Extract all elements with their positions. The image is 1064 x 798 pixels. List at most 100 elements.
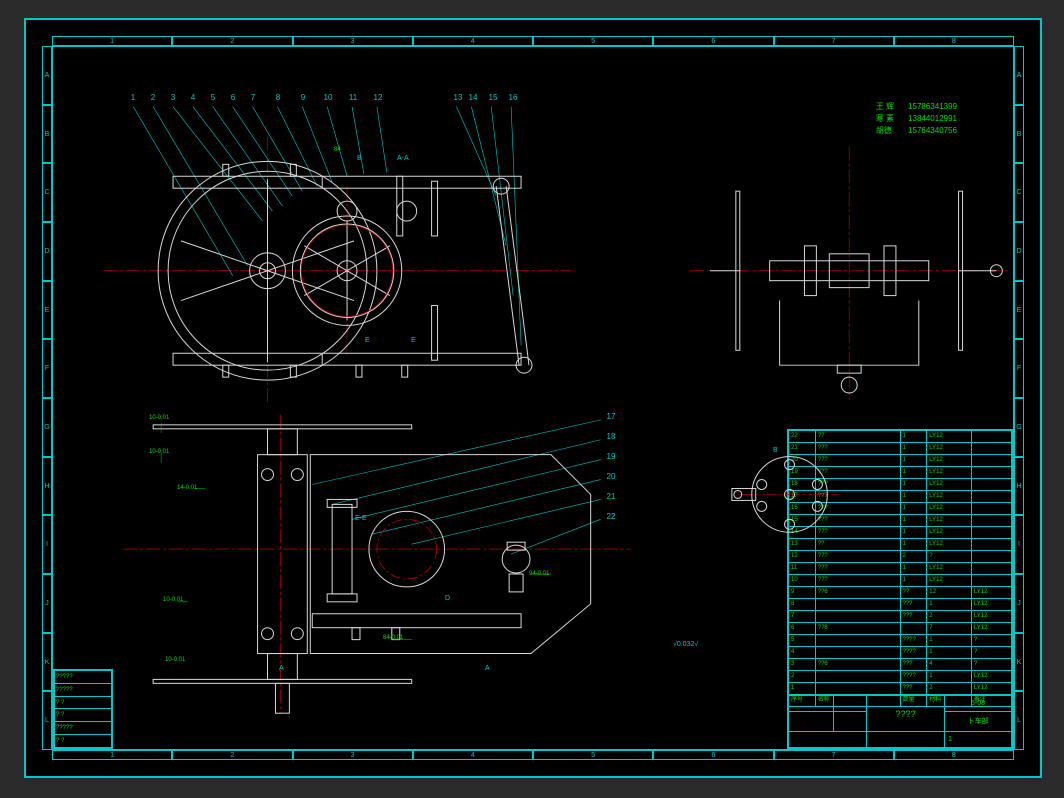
bom-row: 19???1LY12	[789, 467, 1012, 479]
ruler-cell: J	[42, 574, 52, 633]
ruler-cell: H	[1014, 457, 1024, 516]
callout-number: 11	[347, 93, 359, 102]
bom-row: 22??1LY12	[789, 431, 1012, 443]
callout-number: 20	[605, 472, 617, 481]
ruler-cell: 8	[894, 750, 1014, 760]
revision-block: ????? ????? ? ? ? ? ????? ? ?	[53, 669, 113, 749]
ruler-cell: 4	[413, 36, 533, 46]
callout-number: 9	[297, 93, 309, 102]
ruler-bottom: 12345678	[52, 750, 1014, 760]
bom-table: 22??1LY1221???1LY1220???1LY1219???1LY121…	[788, 430, 1012, 707]
callout-number: 19	[605, 452, 617, 461]
ruler-cell: 3	[293, 36, 413, 46]
bom-row: 3??6???4?	[789, 659, 1012, 671]
bom-row: 1???2LY12	[789, 683, 1012, 695]
ruler-cell: 8	[894, 36, 1014, 46]
callout-number: 7	[247, 93, 259, 102]
callout-number: 13	[452, 93, 464, 102]
bom-row: 17???1LY12	[789, 491, 1012, 503]
arrow-label-a2: A	[485, 665, 490, 672]
callout-number: 15	[487, 93, 499, 102]
ruler-cell: 5	[533, 750, 653, 760]
ruler-cell: G	[1014, 398, 1024, 457]
callout-number: 21	[605, 492, 617, 501]
cad-drawing-frame: 12345678 12345678 ABCDEFGHIJKL ABCDEFGHI…	[24, 18, 1042, 778]
ruler-cell: A	[1014, 46, 1024, 105]
ruler-cell: 6	[653, 750, 773, 760]
section-label-aa: A-A	[397, 155, 409, 162]
callout-number: 12	[372, 93, 384, 102]
ruler-cell: 1	[52, 750, 172, 760]
section-label-e: E	[365, 337, 370, 344]
ruler-cell: D	[1014, 222, 1024, 281]
dim-8: 10-0.01	[165, 657, 185, 663]
bom-row: 5????1?	[789, 635, 1012, 647]
title-block: 22??1LY1221???1LY1220???1LY1219???1LY121…	[787, 429, 1013, 749]
callout-number: 14	[467, 93, 479, 102]
bom-row: 13??1LY12	[789, 539, 1012, 551]
bom-row: 9??6??12LY12	[789, 587, 1012, 599]
callout-number: 22	[605, 512, 617, 521]
bom-row: 10???1LY12	[789, 575, 1012, 587]
bom-row: 15???1LY12	[789, 515, 1012, 527]
dim-3: 14-0.01	[177, 485, 197, 491]
ruler-cell: 2	[172, 36, 292, 46]
bom-row: 20???1LY12	[789, 455, 1012, 467]
callout-number: 1	[127, 93, 139, 102]
ruler-cell: K	[42, 633, 52, 692]
ruler-cell: A	[42, 46, 52, 105]
dim-7: 84	[334, 147, 341, 153]
bom-row: 12???2?	[789, 551, 1012, 563]
callout-number: 18	[605, 432, 617, 441]
ruler-left: ABCDEFGHIJKL	[42, 46, 52, 750]
ruler-cell: I	[1014, 515, 1024, 574]
ruler-cell: 2	[172, 750, 292, 760]
callout-number: 6	[227, 93, 239, 102]
ruler-cell: L	[42, 691, 52, 750]
ruler-cell: B	[1014, 105, 1024, 164]
ruler-cell: E	[42, 281, 52, 340]
ruler-cell: 1	[52, 36, 172, 46]
ruler-cell: C	[1014, 163, 1024, 222]
callout-number: 10	[322, 93, 334, 102]
dim-6: 94-0.01	[529, 571, 549, 577]
arrow-label-a1: A	[279, 665, 284, 672]
ruler-cell: F	[42, 339, 52, 398]
ruler-cell: D	[42, 222, 52, 281]
section-label-e2: E	[411, 337, 416, 344]
dim-1: 10-0.01	[149, 415, 169, 421]
ruler-right: ABCDEFGHIJKL	[1014, 46, 1024, 750]
section-label-b: B	[357, 155, 362, 162]
callout-number: 17	[605, 412, 617, 421]
callout-number: 3	[167, 93, 179, 102]
callout-number: 16	[507, 93, 519, 102]
ruler-top: 12345678	[52, 36, 1014, 46]
ruler-cell: 5	[533, 36, 653, 46]
detail-label-b: B	[773, 447, 778, 454]
bom-row: 18???1LY12	[789, 479, 1012, 491]
ruler-cell: I	[42, 515, 52, 574]
callout-number: 5	[207, 93, 219, 102]
bom-row: 6??87LY12	[789, 623, 1012, 635]
ruler-cell: F	[1014, 339, 1024, 398]
section-label-ee: E-E	[355, 515, 367, 522]
ruler-cell: E	[1014, 281, 1024, 340]
ruler-cell: L	[1014, 691, 1024, 750]
bom-row: 4????1?	[789, 647, 1012, 659]
ruler-cell: H	[42, 457, 52, 516]
bom-row: 2????1LY12	[789, 671, 1012, 683]
dim-4: 10-0.01	[163, 597, 183, 603]
callout-number: 8	[272, 93, 284, 102]
ruler-cell: C	[42, 163, 52, 222]
ruler-cell: 6	[653, 36, 773, 46]
ruler-cell: J	[1014, 574, 1024, 633]
callout-number: 4	[187, 93, 199, 102]
title-block-lower: ???? 5-08 卜车部 1	[788, 694, 1012, 748]
callout-number: 2	[147, 93, 159, 102]
bom-row: 7???2LY12	[789, 611, 1012, 623]
bom-row: 8???1LY12	[789, 599, 1012, 611]
bom-row: 16???1LY12	[789, 503, 1012, 515]
bom-row: 21???1LY12	[789, 443, 1012, 455]
ruler-cell: B	[42, 105, 52, 164]
ruler-cell: 7	[774, 750, 894, 760]
